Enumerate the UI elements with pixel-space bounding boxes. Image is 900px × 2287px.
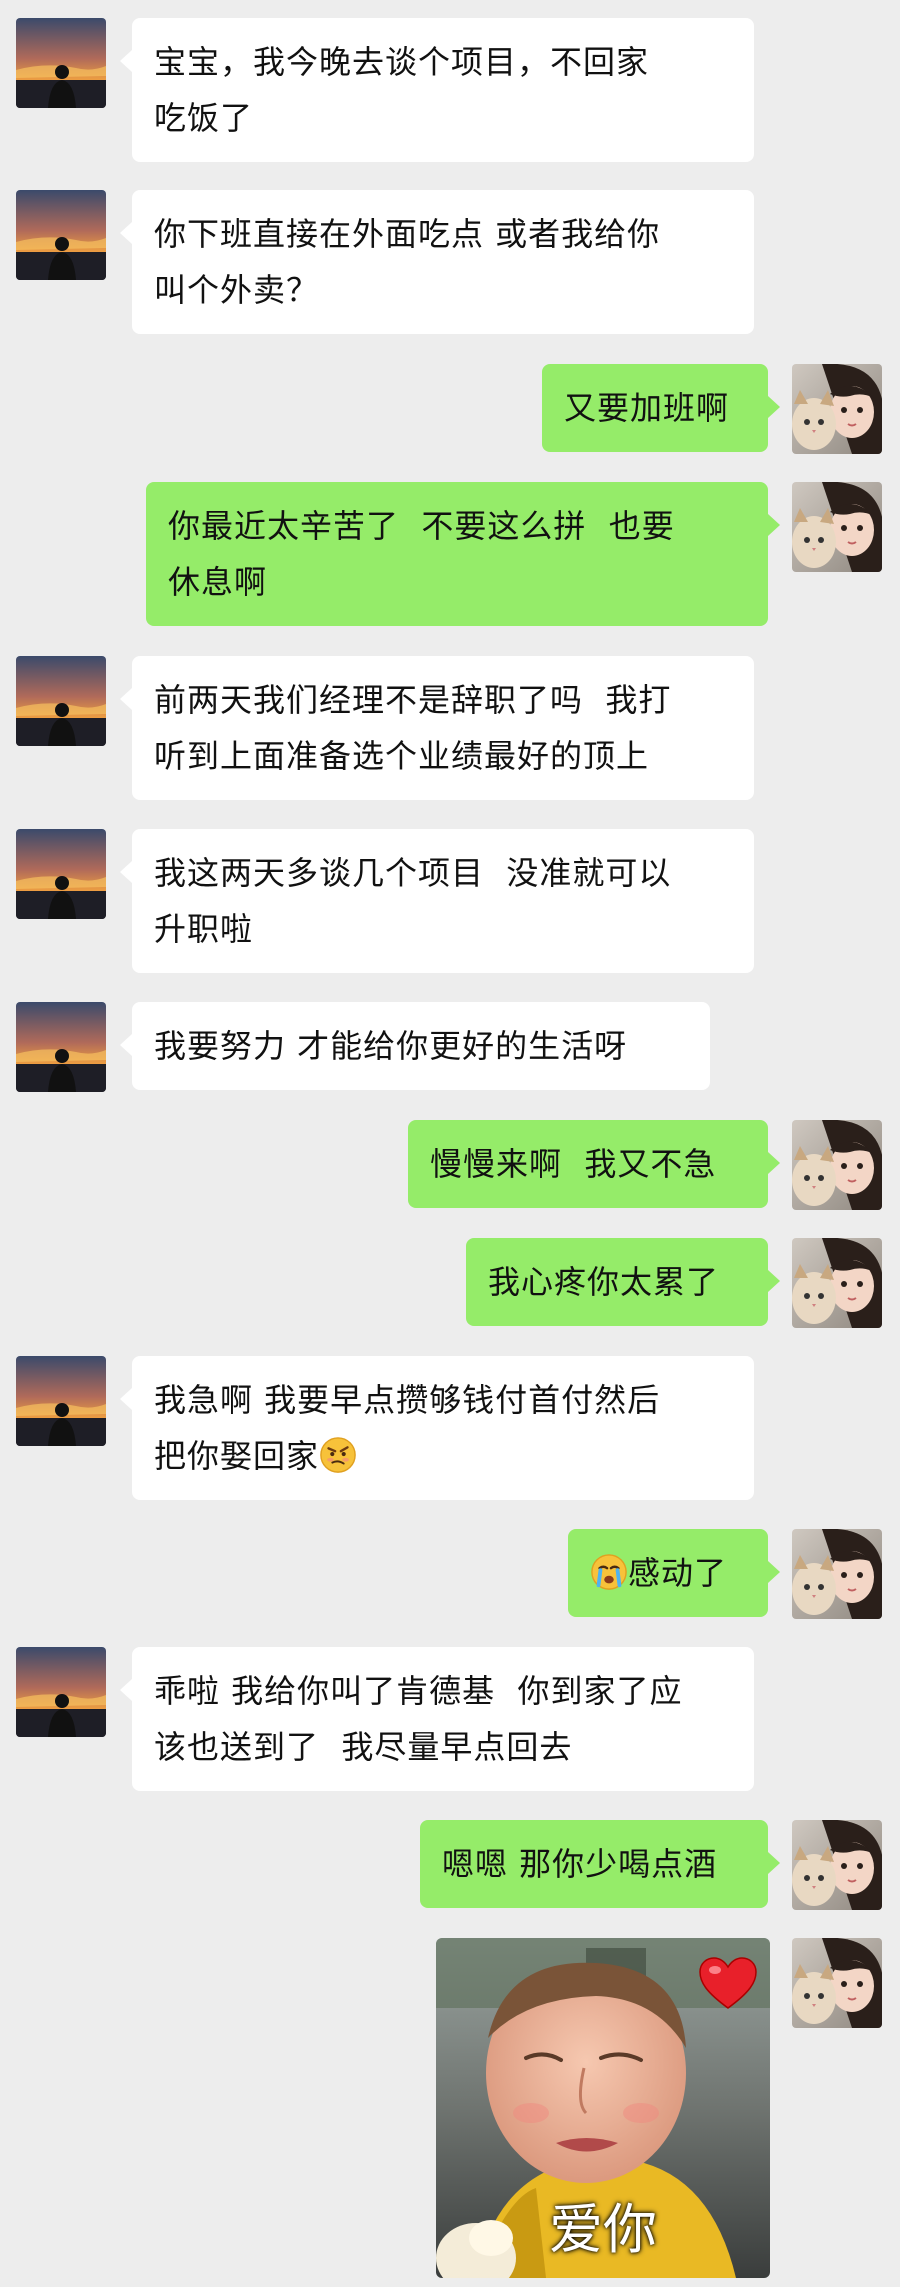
- my-avatar[interactable]: [792, 1820, 882, 1910]
- message-bubble-incoming[interactable]: 你下班直接在外面吃点 或者我给你 叫个外卖？: [120, 190, 754, 334]
- my-avatar[interactable]: [792, 482, 882, 572]
- contact-avatar[interactable]: [16, 1647, 106, 1737]
- message-bubble-incoming[interactable]: 乖啦 我给你叫了肯德基 你到家了应 该也送到了 我尽量早点回去: [120, 1647, 754, 1791]
- my-avatar[interactable]: [792, 1529, 882, 1619]
- thinking-face-emoji: [319, 1436, 357, 1474]
- message-bubble-outgoing[interactable]: 嗯嗯 那你少喝点酒: [420, 1820, 780, 1908]
- message-bubble-outgoing[interactable]: 感动了: [568, 1529, 780, 1617]
- message-text: 我急啊 我要早点攒够钱付首付然后 把你娶回家: [154, 1381, 661, 1475]
- my-avatar[interactable]: [792, 1238, 882, 1328]
- message-bubble-outgoing[interactable]: 又要加班啊: [542, 364, 780, 452]
- contact-avatar[interactable]: [16, 829, 106, 919]
- message-bubble-incoming[interactable]: 前两天我们经理不是辞职了吗 我打 听到上面准备选个业绩最好的顶上: [120, 656, 754, 800]
- sticker-caption: 爱你: [549, 2198, 657, 2261]
- chat-conversation: 宝宝，我今晚去谈个项目，不回家 吃饭了 你下班直接在外面吃点 或者我给你 叫个外…: [0, 0, 900, 2287]
- contact-avatar[interactable]: [16, 1356, 106, 1446]
- contact-avatar[interactable]: [16, 1002, 106, 1092]
- message-bubble-incoming[interactable]: 我这两天多谈几个项目 没准就可以 升职啦: [120, 829, 754, 973]
- heart-icon: [699, 1957, 757, 2009]
- message-bubble-incoming[interactable]: 宝宝，我今晚去谈个项目，不回家 吃饭了: [120, 18, 754, 162]
- contact-avatar[interactable]: [16, 190, 106, 280]
- contact-avatar[interactable]: [16, 18, 106, 108]
- message-bubble-outgoing[interactable]: 慢慢来啊 我又不急: [408, 1120, 780, 1208]
- my-avatar[interactable]: [792, 1938, 882, 2028]
- message-bubble-incoming[interactable]: 我要努力 才能给你更好的生活呀: [120, 1002, 710, 1090]
- message-bubble-incoming[interactable]: 我急啊 我要早点攒够钱付首付然后 把你娶回家: [120, 1356, 754, 1500]
- message-text: 感动了: [628, 1554, 728, 1592]
- my-avatar[interactable]: [792, 1120, 882, 1210]
- crying-face-emoji: [590, 1553, 628, 1591]
- contact-avatar[interactable]: [16, 656, 106, 746]
- my-avatar[interactable]: [792, 364, 882, 454]
- message-bubble-outgoing[interactable]: 我心疼你太累了: [466, 1238, 780, 1326]
- message-bubble-outgoing[interactable]: 你最近太辛苦了 不要这么拼 也要 休息啊: [146, 482, 780, 626]
- sticker-image[interactable]: 爱你: [436, 1938, 770, 2278]
